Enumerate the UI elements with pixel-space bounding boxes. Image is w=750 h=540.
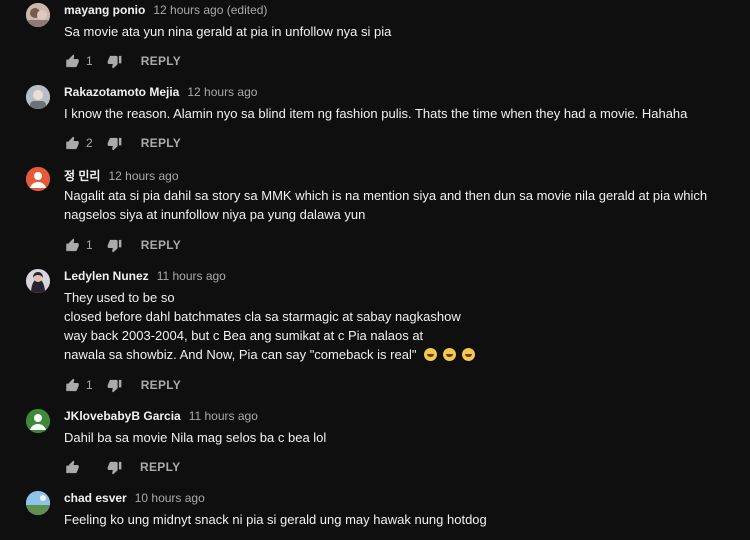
thumb-down-icon[interactable] xyxy=(107,237,123,253)
thumb-up-icon[interactable] xyxy=(64,237,80,253)
comment-timestamp[interactable]: 10 hours ago xyxy=(135,491,205,505)
comment-author[interactable]: 정 민리 xyxy=(64,167,100,184)
profile-photo-icon xyxy=(26,269,50,293)
thumb-down-icon[interactable] xyxy=(107,377,123,393)
comment-author[interactable]: JKlovebabyB Garcia xyxy=(64,409,181,423)
profile-photo-icon xyxy=(26,85,50,109)
comment-author[interactable]: mayang ponio xyxy=(64,3,145,17)
comment-text: They used to be so closed before dahl ba… xyxy=(64,288,734,364)
reply-button[interactable]: REPLY xyxy=(141,378,181,392)
thumb-up-icon[interactable] xyxy=(64,53,80,69)
comment-author[interactable]: Rakazotamoto Mejia xyxy=(64,85,179,99)
like-count: 1 xyxy=(86,54,93,68)
comment-text: Dahil ba sa movie Nila mag selos ba c be… xyxy=(64,430,327,445)
reply-button[interactable]: REPLY xyxy=(141,238,181,252)
comment-text: Feeling ko ung midnyt snack ni pia si ge… xyxy=(64,512,487,527)
comment-text: Sa movie ata yun nina gerald at pia in u… xyxy=(64,24,392,39)
comment-timestamp[interactable]: 11 hours ago xyxy=(189,409,258,423)
laughing-emoji-icon xyxy=(443,348,457,361)
comment-timestamp[interactable]: 12 hours ago (edited) xyxy=(153,3,267,17)
thumb-down-icon[interactable] xyxy=(107,53,123,69)
default-avatar-icon xyxy=(26,409,50,433)
thumb-down-icon[interactable] xyxy=(107,135,123,151)
avatar[interactable] xyxy=(26,167,50,191)
thumb-up-icon[interactable] xyxy=(64,135,80,151)
thumb-down-icon[interactable] xyxy=(106,459,122,475)
reply-button[interactable]: REPLY xyxy=(140,460,180,474)
default-avatar-icon xyxy=(26,167,50,191)
avatar[interactable] xyxy=(26,491,50,515)
laughing-emoji-icon xyxy=(424,348,438,361)
avatar[interactable] xyxy=(26,85,50,109)
like-count: 1 xyxy=(86,238,93,252)
profile-photo-icon xyxy=(26,3,50,27)
laughing-emoji-icon xyxy=(462,348,476,361)
comment-timestamp[interactable]: 12 hours ago xyxy=(187,85,257,99)
reply-button[interactable]: REPLY xyxy=(141,54,181,68)
avatar[interactable] xyxy=(26,3,50,27)
reply-button[interactable]: REPLY xyxy=(141,136,181,150)
comment-text: I know the reason. Alamin nyo sa blind i… xyxy=(64,106,688,121)
comment-timestamp[interactable]: 11 hours ago xyxy=(157,269,226,283)
comment-text: Nagalit ata si pia dahil sa story sa MMK… xyxy=(64,188,708,222)
like-count: 1 xyxy=(86,378,93,392)
like-count: 2 xyxy=(86,136,93,150)
thumb-up-icon[interactable] xyxy=(64,377,80,393)
thumb-up-icon[interactable] xyxy=(64,459,80,475)
avatar[interactable] xyxy=(26,269,50,293)
avatar[interactable] xyxy=(26,409,50,433)
profile-photo-icon xyxy=(26,491,50,515)
comment-author[interactable]: chad esver xyxy=(64,491,127,505)
comment-author[interactable]: Ledylen Nunez xyxy=(64,269,149,283)
comment-timestamp[interactable]: 12 hours ago xyxy=(108,169,178,183)
